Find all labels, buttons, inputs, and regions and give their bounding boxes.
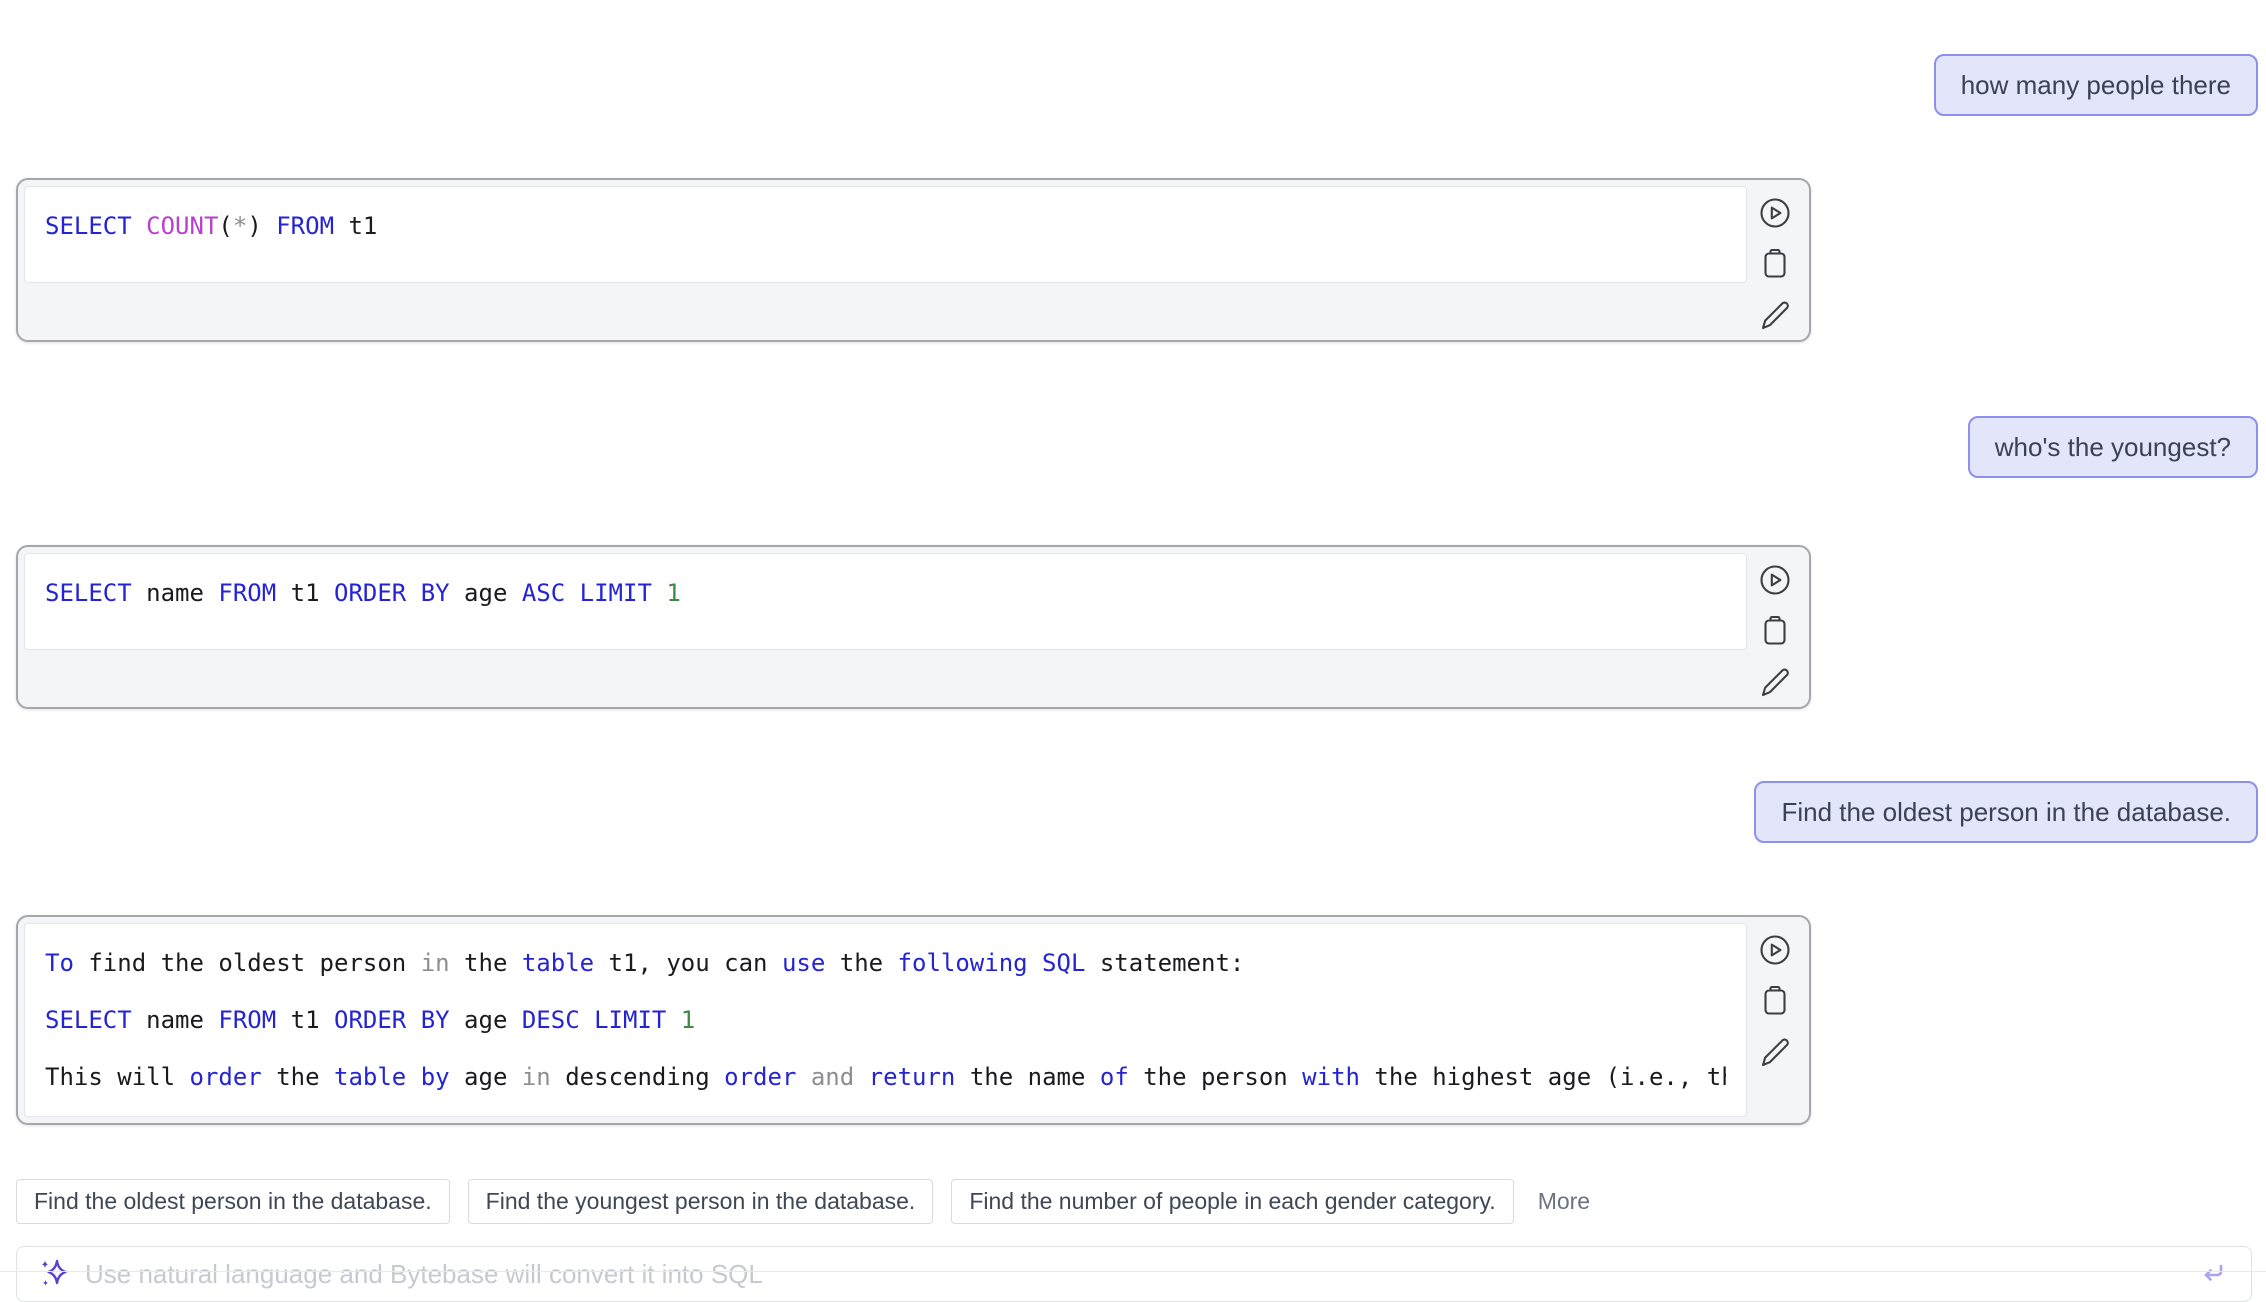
clipboard-icon [1757,983,1793,1019]
sql-actions [1747,553,1803,701]
answer-text-line: This will order the table by age in desc… [45,1060,1726,1094]
assistant-sql-block: To find the oldest person in the table t… [16,915,1811,1125]
sql-code-line: SELECT name FROM t1 ORDER BY age DESC LI… [45,1003,1726,1037]
sql-actions [1747,923,1803,1071]
prompt-input-bar [16,1246,2252,1302]
user-message-row: who's the youngest? [16,416,2266,478]
copy-sql-button[interactable] [1756,982,1794,1020]
sql-code-area: To find the oldest person in the table t… [24,923,1747,1117]
edit-sql-button[interactable] [1756,296,1794,334]
natural-language-input[interactable] [85,1259,2181,1290]
pencil-icon [1757,1034,1793,1070]
run-query-button[interactable] [1756,194,1794,232]
edit-sql-button[interactable] [1756,1033,1794,1071]
user-message-bubble: Find the oldest person in the database. [1754,781,2258,843]
ai-chat-panel: how many people there SELECT COUNT(*) FR… [0,0,2266,1302]
run-query-button[interactable] [1756,561,1794,599]
sql-code-line: SELECT COUNT(*) FROM t1 [45,209,1726,243]
more-suggestions-button[interactable]: More [1532,1180,1596,1223]
copy-sql-button[interactable] [1756,612,1794,650]
sql-code-area: SELECT name FROM t1 ORDER BY age ASC LIM… [24,553,1747,650]
suggestion-chip[interactable]: Find the youngest person in the database… [468,1179,934,1224]
clipboard-icon [1757,246,1793,282]
assistant-sql-block: SELECT name FROM t1 ORDER BY age ASC LIM… [16,545,1811,709]
suggestion-chip[interactable]: Find the number of people in each gender… [951,1179,1513,1224]
page-divider [0,1271,2266,1272]
run-query-button[interactable] [1756,931,1794,969]
assistant-sql-block: SELECT COUNT(*) FROM t1 [16,178,1811,342]
pencil-icon [1757,297,1793,333]
play-circle-icon [1757,195,1793,231]
suggestion-chip[interactable]: Find the oldest person in the database. [16,1179,450,1224]
ai-sparkles-icon [37,1257,71,1291]
user-message-bubble: how many people there [1934,54,2258,116]
play-circle-icon [1757,932,1793,968]
answer-text-line: To find the oldest person in the table t… [45,946,1726,980]
sql-code-area: SELECT COUNT(*) FROM t1 [24,186,1747,283]
return-arrow-icon [2198,1258,2228,1291]
user-message-row: Find the oldest person in the database. [16,781,2266,843]
user-message-bubble: who's the youngest? [1968,416,2258,478]
play-circle-icon [1757,562,1793,598]
pencil-icon [1757,664,1793,700]
submit-prompt-button[interactable] [2195,1256,2231,1292]
user-message-row: how many people there [16,54,2266,116]
suggestion-chips-row: Find the oldest person in the database. … [16,1179,2266,1224]
sql-actions [1747,186,1803,334]
sql-code-line: SELECT name FROM t1 ORDER BY age ASC LIM… [45,576,1726,610]
edit-sql-button[interactable] [1756,663,1794,701]
clipboard-icon [1757,613,1793,649]
copy-sql-button[interactable] [1756,245,1794,283]
